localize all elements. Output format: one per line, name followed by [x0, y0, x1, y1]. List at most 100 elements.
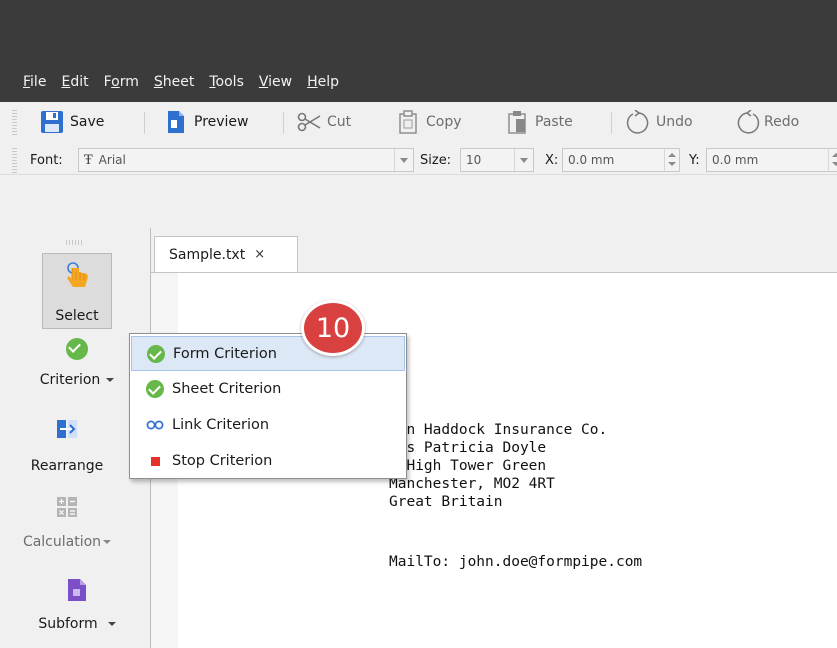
menu-tools[interactable]: Tools [209, 74, 244, 90]
font-label: Font: [30, 153, 63, 168]
green-check-icon [66, 338, 88, 360]
menu-help[interactable]: Help [307, 74, 339, 90]
menu-view[interactable]: View [259, 74, 292, 90]
copy-label: Copy [426, 114, 462, 130]
redo-icon [734, 109, 760, 134]
font-value: Arial [98, 153, 126, 167]
red-stop-icon [146, 452, 164, 470]
document-mailto-line: MailTo: john.doe@formpipe.com [389, 554, 643, 570]
menu-item-label: Stop Criterion [172, 452, 273, 469]
size-label: Size: [420, 153, 452, 168]
chevron-down-icon [514, 149, 533, 171]
preview-icon [164, 110, 188, 134]
rearrange-arrow-icon [56, 418, 78, 444]
step-number-badge: 10 [301, 300, 365, 356]
menu-bar: File Edit Form Sheet Tools View Help [0, 62, 837, 102]
menu-item-label: Link Criterion [172, 416, 270, 433]
toolbar: Save Preview Cut Copy Paste Undo Redo Fo… [0, 102, 837, 175]
cut-button[interactable]: Cut [297, 110, 351, 134]
size-select[interactable]: 10 [460, 148, 534, 172]
rearrange-label: Rearrange [30, 458, 104, 474]
chevron-down-icon [394, 149, 413, 171]
paste-label: Paste [535, 114, 573, 130]
subform-document-icon [67, 578, 87, 606]
criterion-label-wrap: Criterion [40, 372, 115, 388]
copy-button[interactable]: Copy [396, 110, 462, 134]
document-tab-strip: Sample.txt × [151, 228, 837, 272]
select-tool-button[interactable]: Select [42, 253, 112, 329]
green-check-icon [146, 379, 164, 398]
calculator-icon [56, 496, 78, 522]
menu-item-link-criterion[interactable]: Link Criterion [131, 407, 405, 442]
caret-down-icon [107, 622, 116, 626]
criterion-dropdown-menu: Form Criterion Sheet Criterion Link Crit… [129, 333, 407, 479]
calculation-label-wrap: Calculation [22, 534, 112, 550]
toolbar-separator [144, 112, 145, 134]
size-value: 10 [466, 153, 482, 167]
y-value: 0.0 mm [712, 153, 759, 167]
redo-button[interactable]: Redo [734, 109, 800, 134]
redo-label: Redo [764, 114, 800, 130]
subform-label: Subform [38, 616, 98, 632]
undo-label: Undo [656, 114, 693, 130]
y-position-spinbox[interactable]: 0.0 mm [706, 148, 837, 172]
document-line: 0 High Tower Green [389, 458, 547, 474]
pointing-hand-icon [65, 262, 91, 294]
document-line: ohn Haddock Insurance Co. [389, 422, 608, 438]
toolbar-grip[interactable] [12, 148, 17, 174]
close-icon[interactable]: × [254, 247, 265, 262]
undo-button[interactable]: Undo [626, 109, 693, 134]
menu-file[interactable]: File [23, 74, 46, 90]
x-label: X: [545, 153, 559, 168]
criterion-tool-button[interactable]: Criterion [32, 338, 122, 388]
tab-sample-txt[interactable]: Sample.txt × [154, 236, 298, 272]
y-label: Y: [689, 153, 700, 168]
palette-grip[interactable] [66, 240, 84, 245]
document-line: Great Britain [389, 494, 503, 510]
toolbar-separator [611, 112, 612, 134]
rearrange-tool-button[interactable]: Rearrange [22, 418, 112, 474]
tool-palette: Select Criterion Rearrange Calculation S… [0, 228, 150, 648]
calculation-tool-button[interactable]: Calculation [22, 496, 112, 550]
paste-button[interactable]: Paste [505, 110, 573, 134]
menu-item-stop-criterion[interactable]: Stop Criterion [131, 443, 405, 478]
menu-item-form-criterion[interactable]: Form Criterion [131, 336, 405, 371]
save-button[interactable]: Save [40, 110, 104, 134]
format-toolbar: Font: Ŧ Arial Size: 10 X: 0.0 mm Y: 0.0 … [0, 148, 837, 174]
caret-down-icon [103, 540, 112, 544]
save-label: Save [70, 114, 105, 130]
subform-tool-button[interactable]: Subform [32, 578, 122, 632]
undo-icon [626, 109, 650, 134]
link-icon [146, 416, 164, 434]
menu-item-sheet-criterion[interactable]: Sheet Criterion [131, 371, 405, 406]
select-label: Select [55, 308, 99, 324]
copy-icon [396, 110, 420, 134]
subform-label-wrap: Subform [38, 616, 116, 632]
menu-item-label: Form Criterion [173, 345, 277, 362]
tab-label: Sample.txt [169, 246, 246, 263]
spin-arrows-icon[interactable] [828, 149, 837, 171]
cut-label: Cut [327, 114, 352, 130]
x-position-spinbox[interactable]: 0.0 mm [562, 148, 680, 172]
standard-toolbar: Save Preview Cut Copy Paste Undo Redo [0, 102, 837, 142]
x-value: 0.0 mm [568, 153, 615, 167]
scissors-icon [297, 110, 321, 134]
document-line: iss Patricia Doyle [389, 440, 547, 456]
toolbar-grip[interactable] [12, 110, 17, 136]
caret-down-icon [106, 378, 115, 382]
preview-label: Preview [194, 114, 249, 130]
menu-item-label: Sheet Criterion [172, 380, 282, 397]
criterion-label: Criterion [39, 372, 101, 388]
menu-form[interactable]: Form [104, 74, 139, 90]
toolbar-separator [283, 112, 284, 134]
spin-arrows-icon[interactable] [664, 149, 679, 171]
menu-sheet[interactable]: Sheet [154, 74, 194, 90]
document-line: Manchester, MO2 4RT [389, 476, 555, 492]
menu-edit[interactable]: Edit [61, 74, 88, 90]
green-check-icon [147, 344, 165, 363]
font-select[interactable]: Ŧ Arial [78, 148, 414, 172]
preview-button[interactable]: Preview [164, 110, 249, 134]
calculation-label: Calculation [22, 534, 102, 550]
title-bar [0, 0, 837, 62]
save-icon [40, 110, 64, 134]
